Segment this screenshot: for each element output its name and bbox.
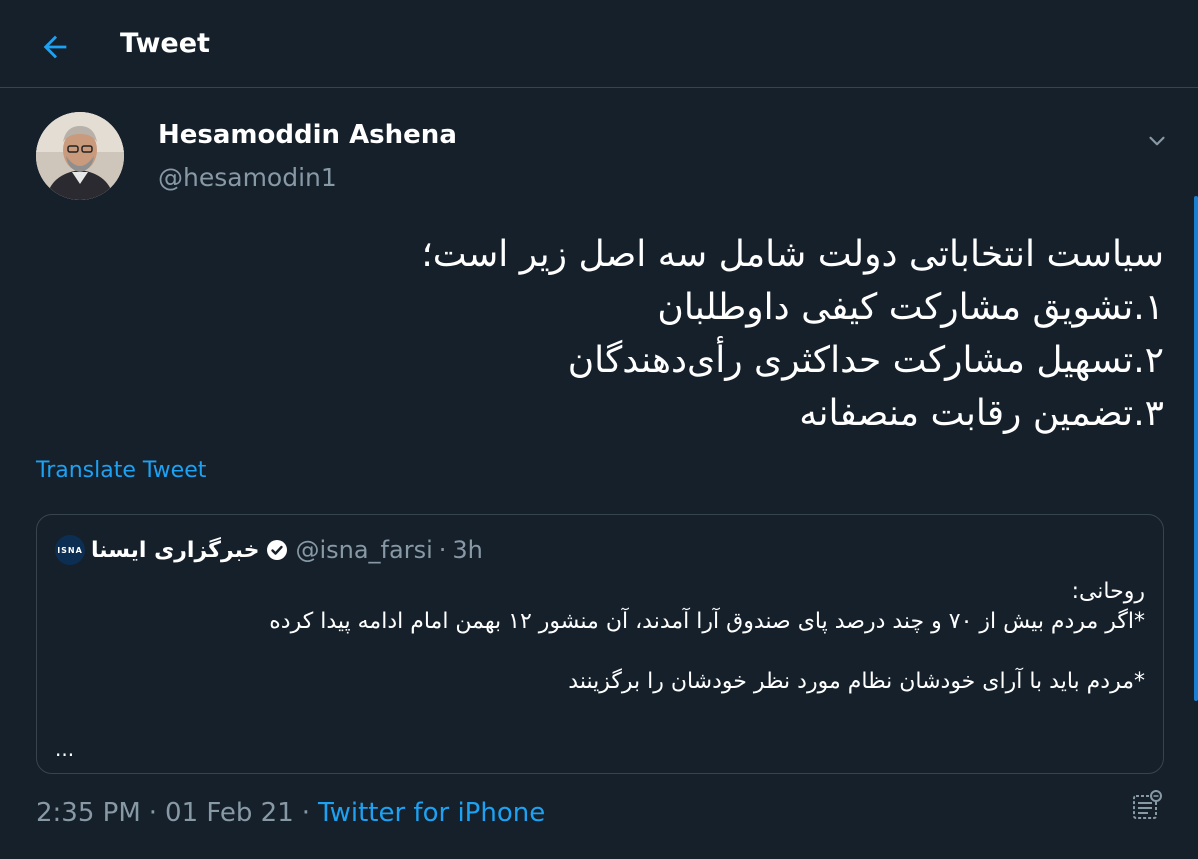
avatar[interactable] [36, 112, 124, 200]
scrollbar[interactable] [1194, 196, 1198, 701]
quote-avatar: ISNA [55, 535, 85, 565]
quoted-tweet[interactable]: ISNA خبرگزاری ایسنا @isna_farsi · 3h روح… [36, 514, 1164, 774]
quote-header: ISNA خبرگزاری ایسنا @isna_farsi · 3h [55, 535, 483, 565]
verified-badge-icon [267, 540, 288, 560]
tweet-source-link[interactable]: Twitter for iPhone [318, 798, 545, 828]
author-handle[interactable]: @hesamodin1 [158, 163, 337, 192]
author-name[interactable]: Hesamoddin Ashena [158, 120, 457, 150]
profile-photo-icon [36, 112, 124, 200]
quote-time: 3h [452, 536, 483, 564]
quote-text: روحانی: *اگر مردم بیش از ۷۰ و چند درصد پ… [269, 579, 1145, 694]
quote-avatar-text: ISNA [57, 545, 83, 555]
translate-tweet-link[interactable]: Translate Tweet [36, 458, 206, 483]
separator: · [301, 798, 311, 828]
tweet-timestamp-row: 2:35 PM · 01 Feb 21 · Twitter for iPhone [36, 798, 545, 828]
quote-ellipsis: ... [55, 737, 75, 761]
separator: · [148, 798, 158, 828]
quote-author-name: خبرگزاری ایسنا [91, 537, 260, 563]
tweet-text: سیاست انتخاباتی دولت شامل سه اصل زیر است… [421, 234, 1164, 434]
top-bar: Tweet [0, 0, 1198, 88]
tweet-time[interactable]: 2:35 PM [36, 798, 141, 828]
quote-handle: @isna_farsi [295, 536, 433, 564]
chevron-down-icon[interactable] [1144, 128, 1170, 154]
page-title: Tweet [120, 28, 210, 59]
arrow-left-icon[interactable] [38, 30, 72, 64]
quote-separator: · [438, 536, 447, 564]
analytics-icon[interactable] [1128, 788, 1164, 824]
tweet-date[interactable]: 01 Feb 21 [165, 798, 294, 828]
